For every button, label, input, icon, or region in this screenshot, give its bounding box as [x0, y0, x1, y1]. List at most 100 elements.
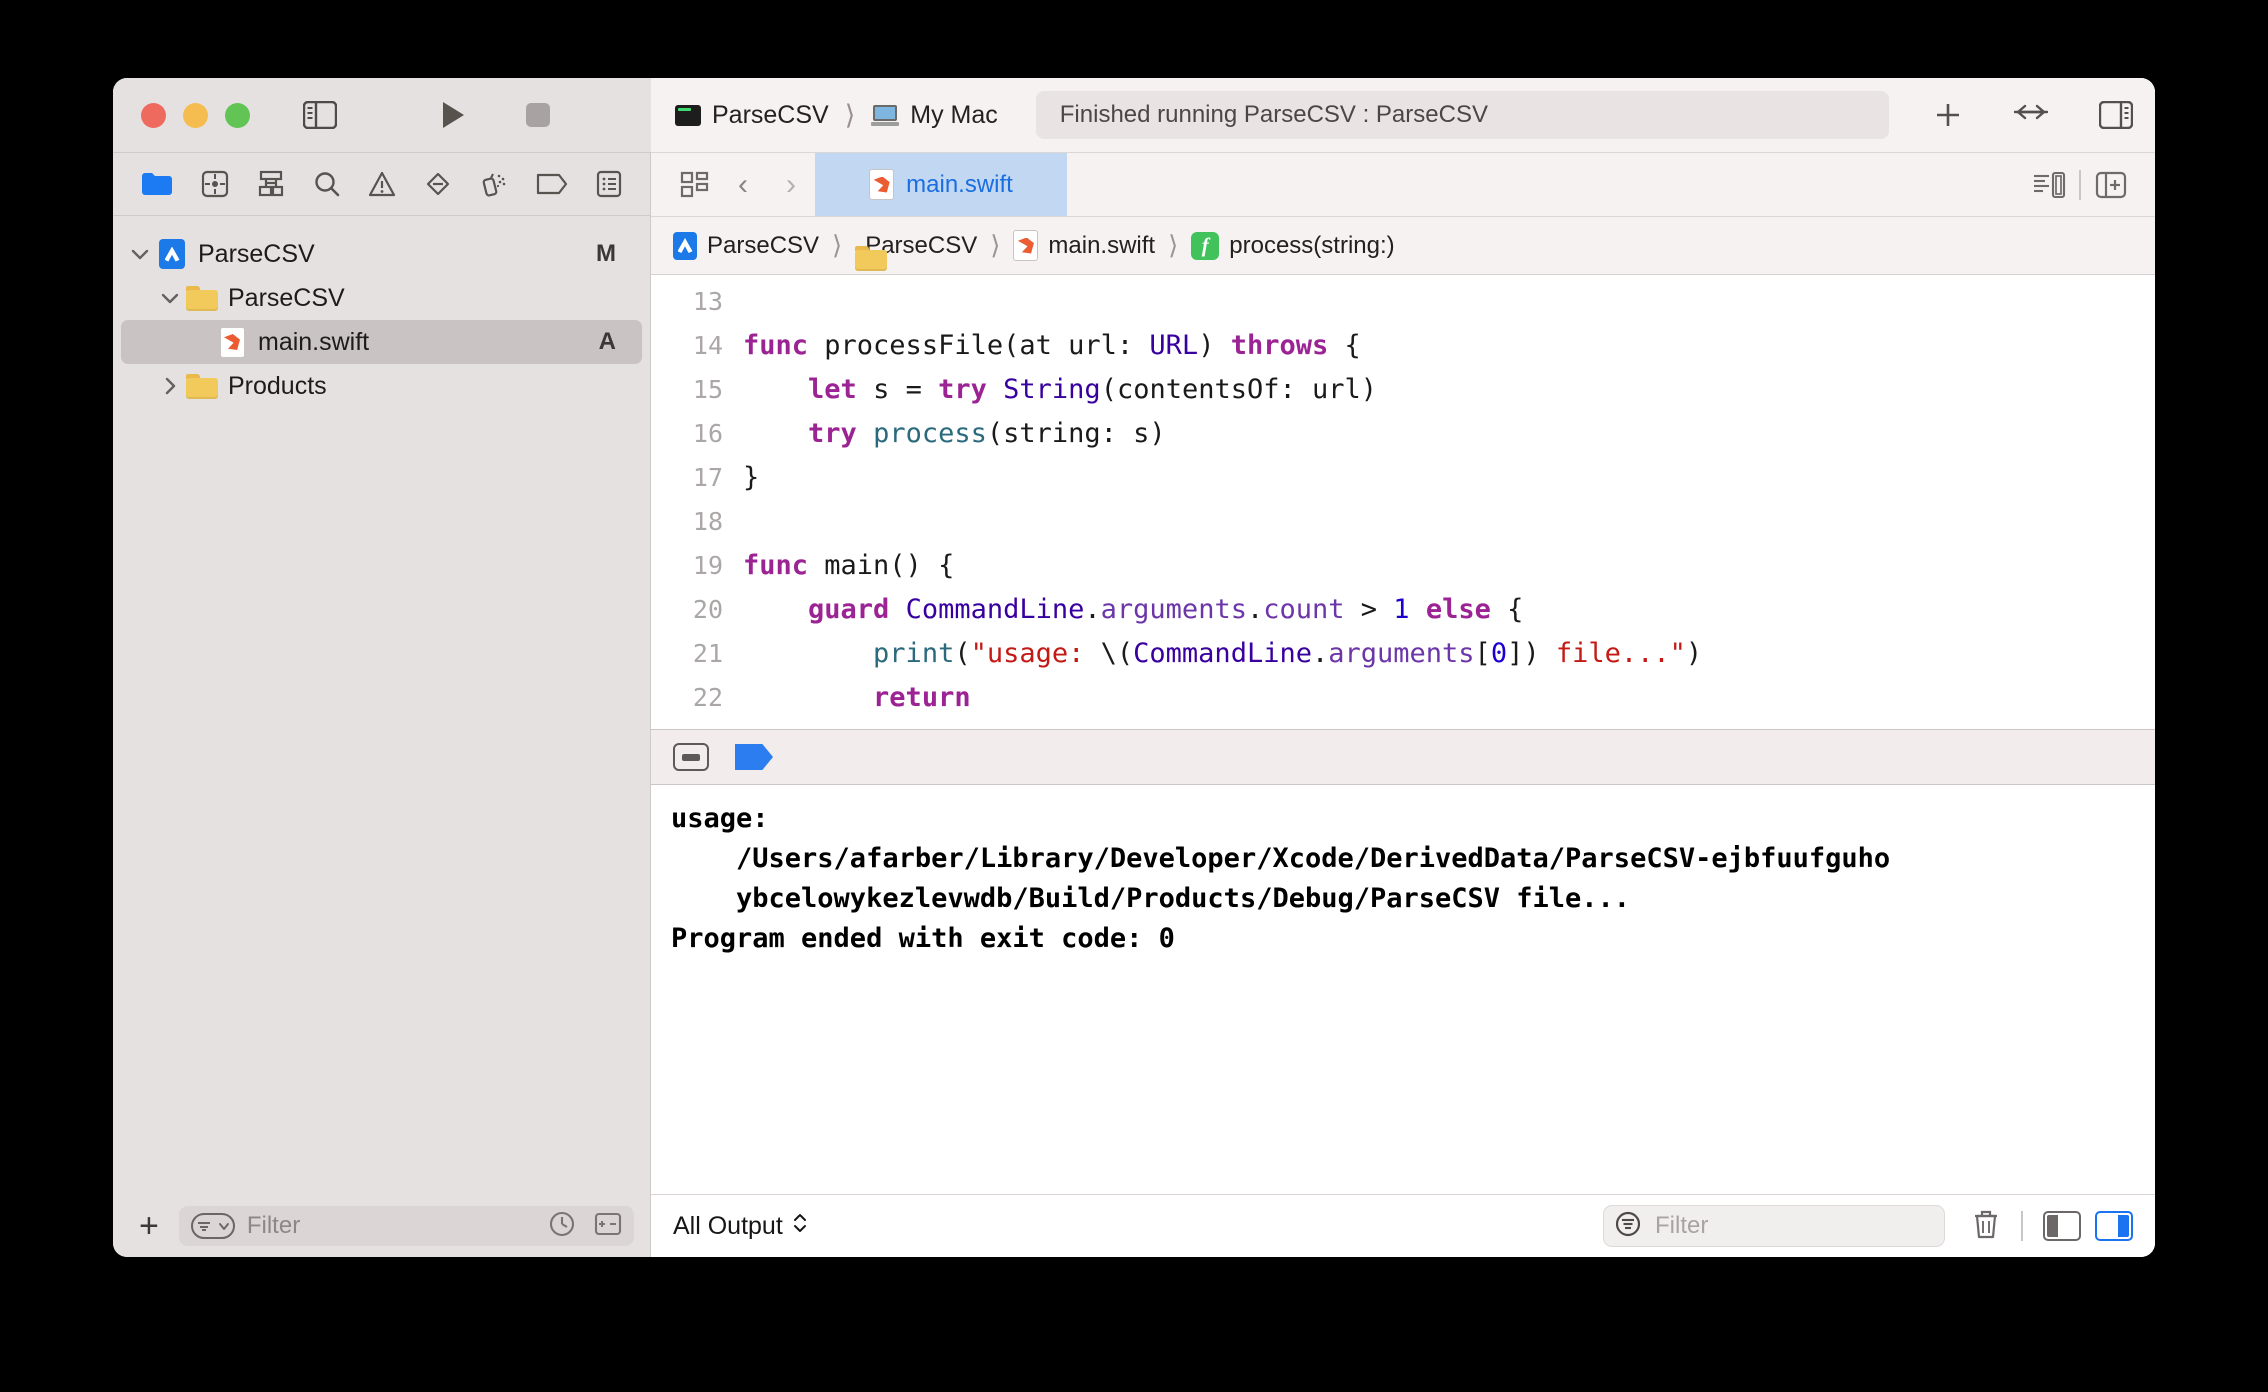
tree-item-label: ParseCSV	[228, 283, 345, 312]
breakpoint-tag-icon[interactable]	[536, 172, 568, 196]
add-editor-icon[interactable]	[2087, 171, 2135, 199]
debug-toolbar	[651, 729, 2155, 785]
test-diamond-icon[interactable]	[424, 170, 452, 198]
disclosure-right-icon[interactable]	[155, 377, 185, 395]
scheme-selector[interactable]: ParseCSV ⟩ My Mac	[675, 100, 998, 131]
source-control-icon[interactable]	[201, 170, 229, 198]
breadcrumb: ParseCSV ⟩ ParseCSV ⟩ main.swift ⟩ f pro…	[651, 217, 2155, 275]
navigator-toolbar	[113, 153, 650, 216]
report-list-icon[interactable]	[596, 170, 622, 198]
titlebar-right: ParseCSV ⟩ My Mac Finished running Parse…	[651, 78, 2155, 153]
status-badge: M	[596, 240, 616, 267]
console-rect-icon[interactable]	[673, 743, 709, 771]
code-editor[interactable]: 13 14 func processFile(at url: URL) throws…	[651, 275, 2155, 729]
pane-left-icon[interactable]	[2043, 1211, 2081, 1241]
line-number: 13	[692, 286, 723, 316]
symbol-hierarchy-icon[interactable]	[257, 170, 285, 198]
code-line: 19 func main() {	[651, 543, 2155, 587]
sidebar-left-icon[interactable]	[303, 101, 337, 129]
xcodeproj-icon	[673, 231, 697, 260]
breadcrumb-item-file[interactable]: main.swift	[1013, 230, 1155, 261]
debug-console[interactable]: usage: /Users/afarber/Library/Developer/…	[651, 785, 2155, 1194]
titlebar-left	[113, 78, 651, 153]
status-text: Finished running ParseCSV : ParseCSV	[1059, 101, 1488, 128]
code-line: 23 }	[651, 719, 2155, 730]
console-filter-field[interactable]: Filter	[1603, 1205, 1945, 1247]
sidebar-item-main-swift[interactable]: main.swift A	[121, 320, 642, 364]
tab-grid-icon[interactable]	[671, 171, 719, 199]
blue-arrow-icon[interactable]	[735, 744, 773, 770]
terminal-target-icon	[675, 104, 701, 126]
folder-icon[interactable]	[141, 171, 173, 197]
code-text: func main() {	[743, 549, 955, 581]
project-tree: ParseCSV M ParseCSV main.swift A Product…	[113, 216, 650, 1195]
code-line: 17}	[651, 455, 2155, 499]
tree-row[interactable]: ParseCSV	[121, 276, 642, 320]
tree-row[interactable]: Products	[121, 364, 642, 408]
tabbar-left: ‹ ›	[651, 153, 815, 216]
debug-spray-icon[interactable]	[480, 170, 508, 198]
filter-circle-icon[interactable]	[1614, 1210, 1642, 1243]
tabbar-right	[2025, 153, 2155, 216]
pane-right-icon[interactable]	[2095, 1211, 2133, 1241]
titlebar: ParseCSV ⟩ My Mac Finished running Parse…	[113, 78, 2155, 153]
destination-name: My Mac	[910, 100, 998, 129]
swift-file-icon	[1013, 230, 1039, 261]
line-number: 20	[692, 594, 723, 624]
code-text: try process(string: s)	[808, 417, 1166, 449]
console-filter-placeholder: Filter	[1655, 1212, 1709, 1239]
code-text: func processFile(at url: URL) throws {	[743, 329, 1361, 361]
code-text: print("usage: \(CommandLine.arguments[0]…	[873, 637, 1703, 669]
disclosure-down-icon[interactable]	[125, 248, 155, 260]
issue-warning-icon[interactable]	[368, 170, 396, 198]
tree-row[interactable]: ParseCSV M	[121, 232, 642, 276]
output-scope-label: All Output	[673, 1211, 783, 1240]
code-line: 14 func processFile(at url: URL) throws {	[651, 323, 2155, 367]
navigator-pane: ParseCSV M ParseCSV main.swift A Product…	[113, 153, 651, 1257]
output-scope-selector[interactable]: All Output	[673, 1211, 808, 1242]
breadcrumb-label: process(string:)	[1229, 231, 1395, 259]
tree-item-label: ParseCSV	[198, 239, 315, 268]
status-bar[interactable]: Finished running ParseCSV : ParseCSV	[1035, 91, 1889, 139]
arrow-swap-icon[interactable]	[2013, 102, 2049, 128]
tab-main-swift[interactable]: main.swift	[815, 153, 1067, 216]
line-number: 23	[651, 727, 743, 730]
plus-minus-icon[interactable]	[594, 1210, 622, 1243]
nav-forward-button[interactable]: ›	[767, 168, 815, 202]
filter-icon[interactable]	[190, 1213, 235, 1239]
breadcrumb-separator: ⟩	[990, 230, 1001, 260]
play-icon[interactable]	[440, 100, 466, 130]
nav-back-button[interactable]: ‹	[719, 168, 767, 202]
sidebar-right-icon[interactable]	[2099, 101, 2133, 129]
code-text: }	[743, 726, 2155, 730]
add-file-button[interactable]: +	[131, 1209, 167, 1243]
stop-icon[interactable]	[524, 101, 552, 129]
console-line: Program ended with exit code: 0	[671, 923, 1175, 954]
zoom-button[interactable]	[225, 102, 250, 128]
tabbar-divider	[2079, 169, 2081, 200]
search-icon[interactable]	[313, 170, 341, 198]
traffic-lights	[141, 102, 250, 128]
close-button[interactable]	[141, 102, 166, 128]
line-number: 22	[692, 682, 723, 712]
trash-icon[interactable]	[1971, 1208, 2001, 1245]
navigator-filter-placeholder: Filter	[246, 1212, 301, 1239]
clock-icon[interactable]	[548, 1210, 576, 1243]
chevron-updown-icon	[792, 1211, 808, 1242]
plus-icon[interactable]	[1933, 100, 1963, 130]
minimize-button[interactable]	[183, 102, 208, 128]
breadcrumb-item-symbol[interactable]: f process(string:)	[1191, 231, 1395, 260]
xcodeproj-icon	[155, 239, 189, 269]
navigator-filter-field[interactable]: Filter	[178, 1206, 634, 1246]
window-body: ParseCSV M ParseCSV main.swift A Product…	[113, 153, 2155, 1257]
disclosure-down-icon[interactable]	[155, 292, 185, 304]
breadcrumb-item-project[interactable]: ParseCSV	[673, 231, 819, 260]
line-number: 16	[692, 418, 723, 448]
line-number: 15	[692, 374, 723, 404]
scheme-name: ParseCSV	[712, 100, 829, 129]
titlebar-actions	[1933, 100, 2133, 130]
breadcrumb-item-group[interactable]: ParseCSV	[855, 232, 977, 271]
minimap-icon[interactable]	[2025, 171, 2073, 199]
swift-file-icon	[869, 169, 895, 200]
code-line: 18	[651, 499, 2155, 543]
